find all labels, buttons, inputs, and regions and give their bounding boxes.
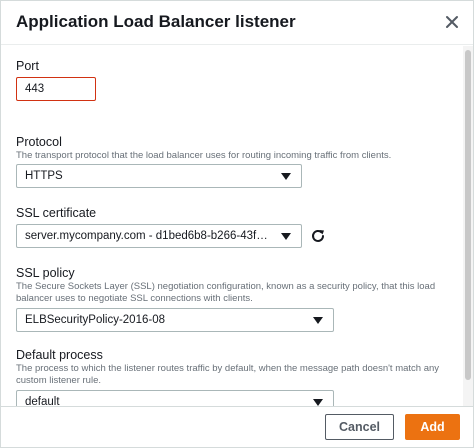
chevron-down-icon — [313, 399, 323, 406]
chevron-down-icon — [313, 317, 323, 324]
default-process-select[interactable]: default — [16, 390, 334, 406]
add-button[interactable]: Add — [405, 414, 460, 440]
ssl-policy-label: SSL policy — [16, 266, 75, 280]
protocol-select[interactable]: HTTPS — [16, 164, 302, 188]
ssl-certificate-label: SSL certificate — [16, 206, 97, 220]
refresh-icon[interactable] — [309, 227, 327, 245]
close-icon[interactable] — [441, 11, 463, 33]
port-label: Port — [16, 59, 39, 73]
protocol-label: Protocol — [16, 135, 62, 149]
dialog-body: Port 443 Protocol The transport protocol… — [1, 46, 463, 406]
default-process-selected-value: default — [25, 396, 60, 406]
chevron-down-icon — [281, 233, 291, 240]
scrollbar[interactable] — [463, 46, 473, 406]
ssl-certificate-select[interactable]: server.mycompany.com - d1bed6b8-b266-43f… — [16, 224, 302, 248]
port-input[interactable]: 443 — [16, 77, 96, 101]
default-process-description: The process to which the listener routes… — [16, 363, 440, 386]
cancel-button[interactable]: Cancel — [325, 414, 394, 440]
ssl-certificate-selected-value: server.mycompany.com - d1bed6b8-b266-43f… — [25, 230, 276, 242]
default-process-label: Default process — [16, 348, 103, 362]
scrollbar-thumb[interactable] — [465, 50, 471, 380]
ssl-policy-selected-value: ELBSecurityPolicy-2016-08 — [25, 314, 165, 326]
protocol-description: The transport protocol that the load bal… — [16, 150, 392, 161]
protocol-selected-value: HTTPS — [25, 170, 63, 182]
listener-dialog: Application Load Balancer listener Port … — [0, 0, 474, 448]
chevron-down-icon — [281, 173, 291, 180]
ssl-policy-description: The Secure Sockets Layer (SSL) negotiati… — [16, 281, 436, 304]
dialog-header: Application Load Balancer listener — [1, 1, 473, 45]
dialog-footer: Cancel Add — [1, 406, 473, 447]
dialog-title: Application Load Balancer listener — [16, 12, 296, 31]
ssl-policy-select[interactable]: ELBSecurityPolicy-2016-08 — [16, 308, 334, 332]
